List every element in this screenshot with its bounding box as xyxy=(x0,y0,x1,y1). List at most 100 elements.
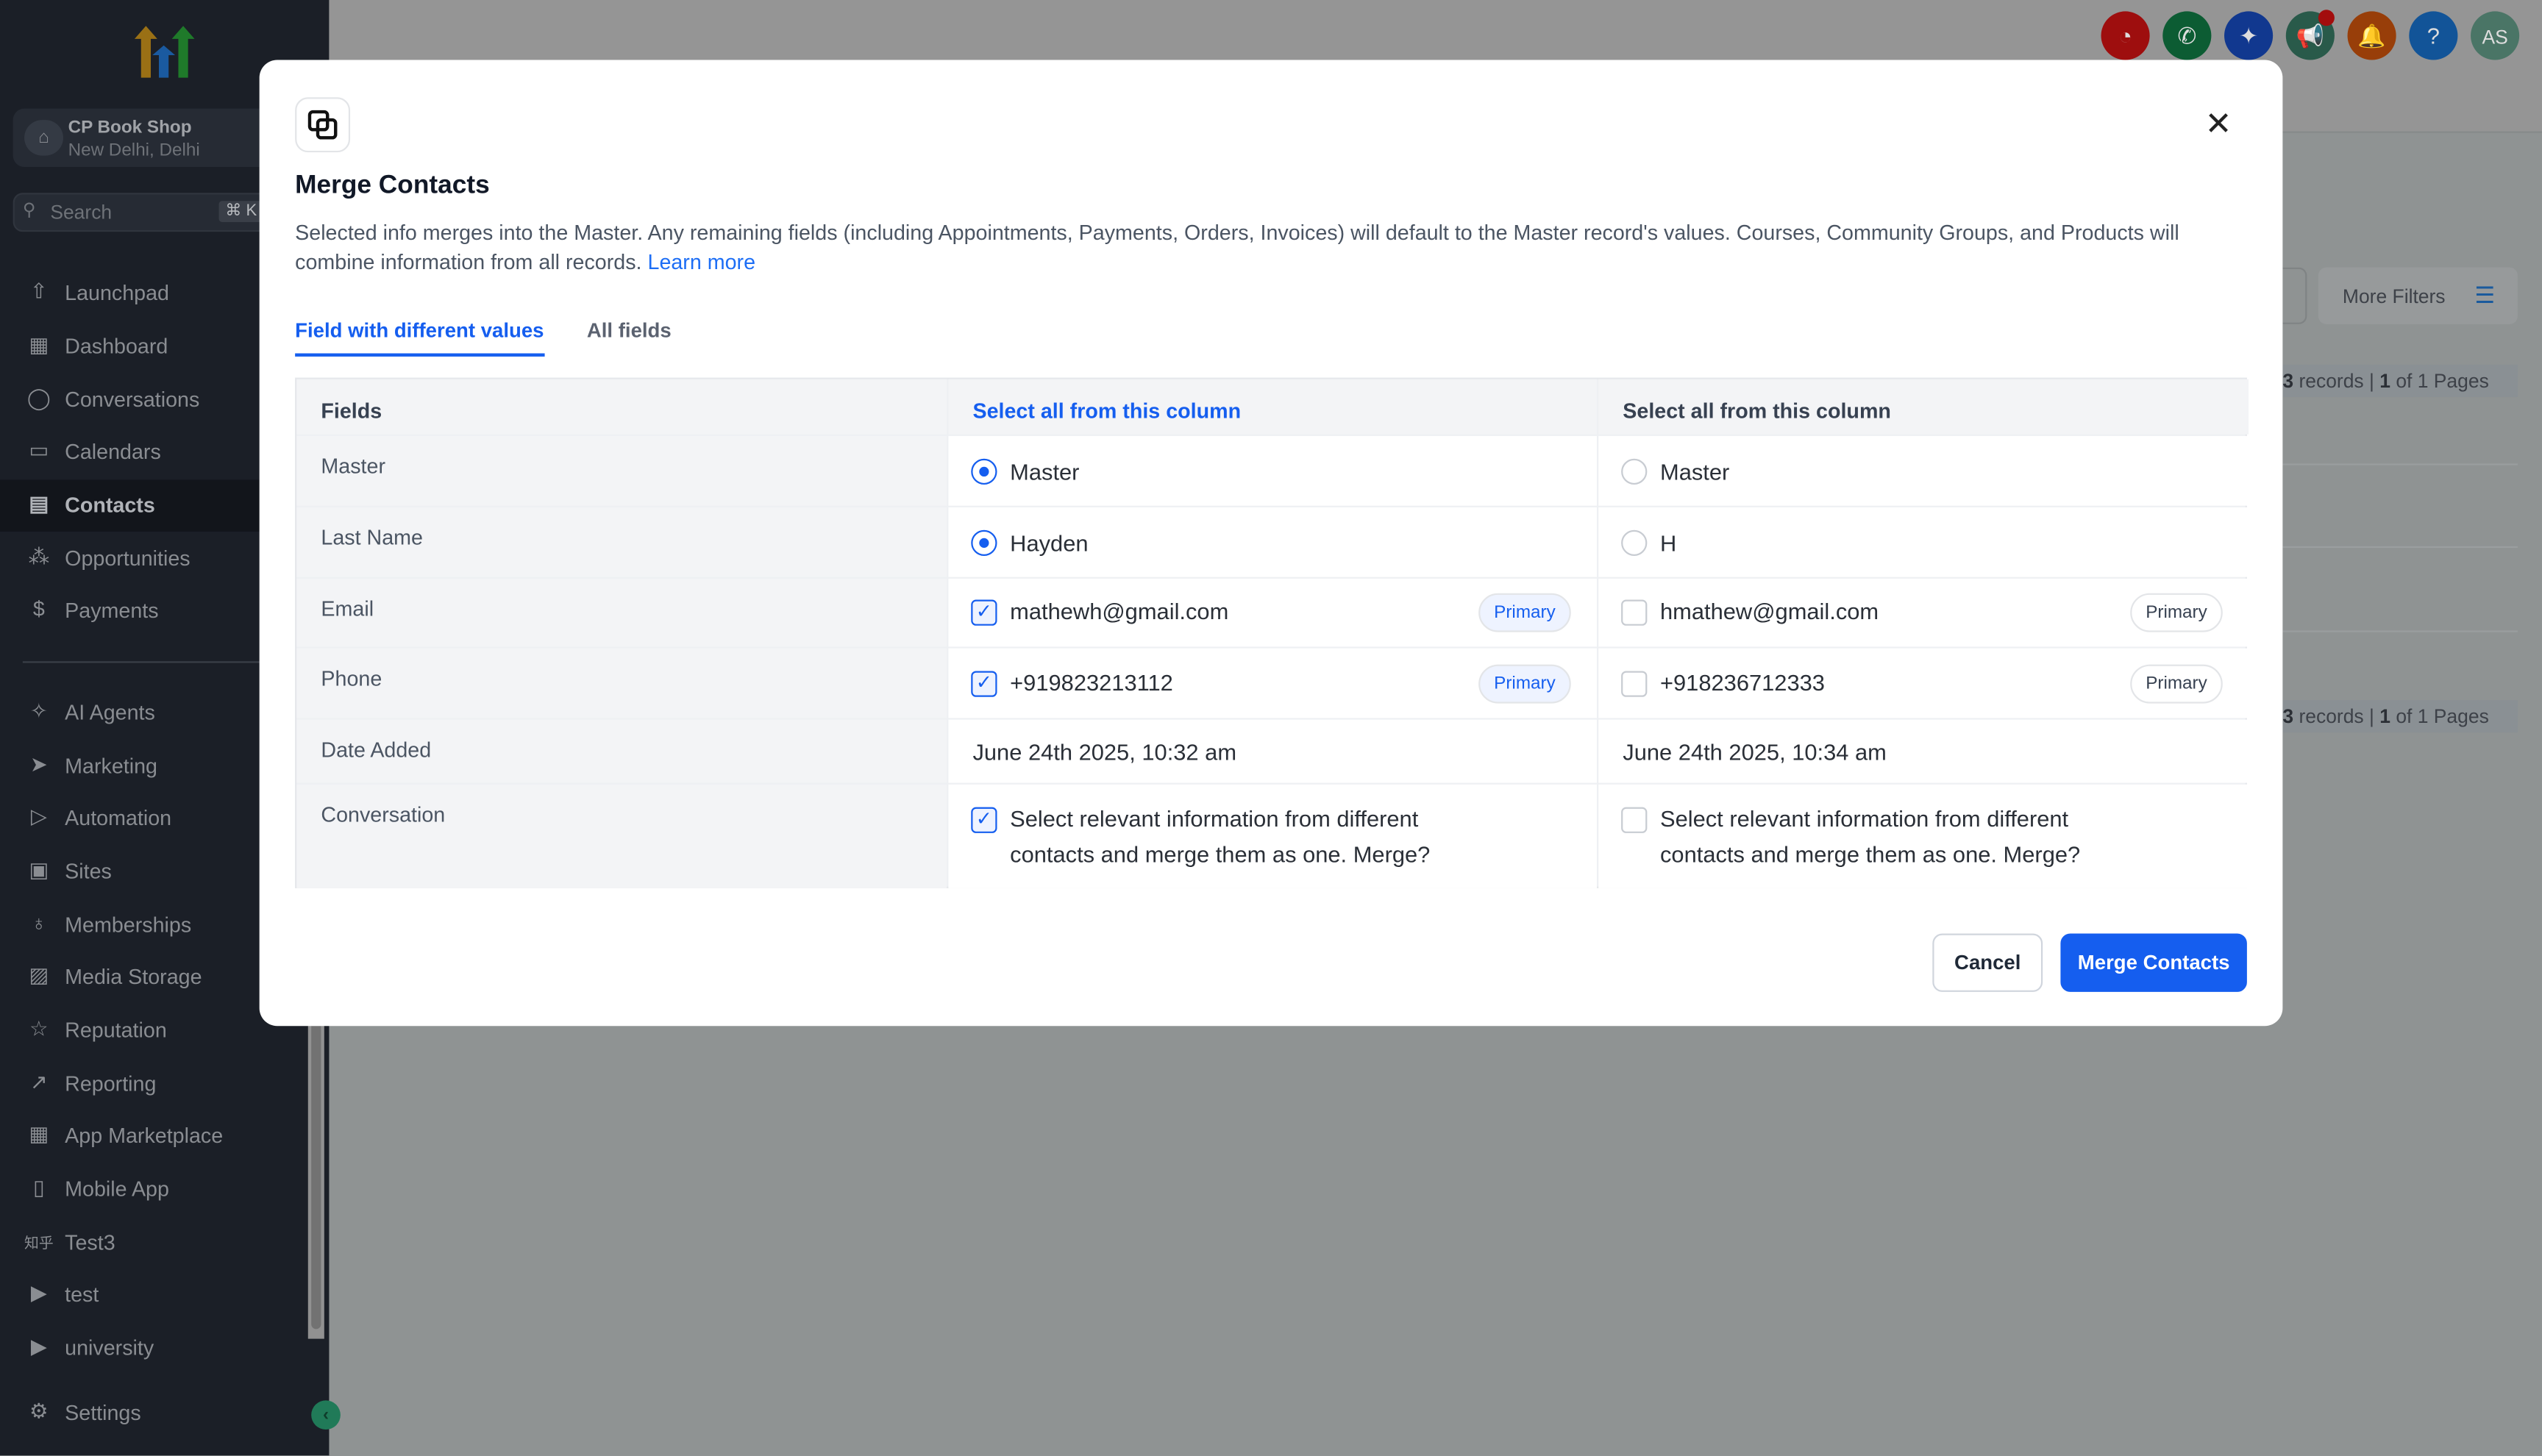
field-value: +918236712333 xyxy=(1659,669,1825,696)
zhihu-icon: 知乎 xyxy=(24,1235,54,1252)
calendar-icon: ▭ xyxy=(29,438,49,463)
sidebar-item-reporting[interactable]: ↗ Reporting xyxy=(0,1058,260,1110)
sidebar-item-test[interactable]: ▶ test xyxy=(0,1269,260,1321)
membership-icon: ♁ xyxy=(31,910,47,935)
sidebar-item-label: Launchpad xyxy=(65,280,169,305)
sites-icon: ▣ xyxy=(29,857,49,882)
sidebar-item-media-storage[interactable]: ▨ Media Storage xyxy=(0,952,260,1004)
field-value: June 24th 2025, 10:32 am xyxy=(972,739,1237,766)
sidebar-item-dashboard[interactable]: ▦ Dashboard xyxy=(0,321,260,373)
sidebar-item-label: Media Storage xyxy=(65,964,202,989)
chat-bubble-icon: ◯ xyxy=(26,385,51,410)
checkbox[interactable]: ✓ xyxy=(971,599,997,626)
opportunities-icon: ⁂ xyxy=(28,544,50,569)
select-all-column-2[interactable]: Select all from this column xyxy=(1598,379,2249,435)
value-cell: June 24th 2025, 10:34 am xyxy=(1598,719,2249,783)
checkbox[interactable]: ✓ xyxy=(971,671,997,697)
bell-icon[interactable]: 🔔 xyxy=(2347,11,2396,60)
merge-table: Fields Select all from this column Selec… xyxy=(295,377,2249,888)
fields-header: Fields xyxy=(296,379,947,435)
grid-icon: ▦ xyxy=(29,1121,49,1146)
sidebar-item-label: Conversations xyxy=(65,387,200,412)
sparkle-icon[interactable]: ✦ xyxy=(2224,11,2274,60)
field-label: Last Name xyxy=(296,507,947,577)
sidebar-item-calendars[interactable]: ▭ Calendars xyxy=(0,427,260,479)
sidebar-item-marketing[interactable]: ➤ Marketing xyxy=(0,741,260,793)
field-label: Conversation xyxy=(296,784,947,888)
sidebar-item-contacts[interactable]: ▤ Contacts xyxy=(0,479,260,532)
sidebar-item-university[interactable]: ▶ university xyxy=(0,1323,260,1375)
sidebar-item-memberships[interactable]: ♁ Memberships xyxy=(0,899,260,952)
field-label: Master xyxy=(296,435,947,506)
sidebar-item-label: Sites xyxy=(65,859,112,884)
search-input[interactable]: ⚲ Search ⌘ K xyxy=(13,193,273,232)
avatar[interactable]: AS xyxy=(2471,11,2520,60)
sidebar-item-app-marketplace[interactable]: ▦ App Marketplace xyxy=(0,1110,260,1163)
field-value: Hayden xyxy=(1010,529,1089,557)
sidebar-scroll-thumb[interactable] xyxy=(311,1021,321,1330)
learn-more-link[interactable]: Learn more xyxy=(648,249,756,274)
sidebar-item-label: Test3 xyxy=(65,1230,115,1255)
phone-icon[interactable]: ✆ xyxy=(2162,11,2212,60)
search-contacts-input[interactable] xyxy=(2282,267,2307,324)
tab-all-fields[interactable]: All fields xyxy=(587,319,672,353)
sidebar-item-mobile-app[interactable]: ▯ Mobile App xyxy=(0,1164,260,1216)
sidebar-item-conversations[interactable]: ◯ Conversations xyxy=(0,374,260,427)
field-value: Select relevant information from differe… xyxy=(1659,805,2081,868)
modal-title: Merge Contacts xyxy=(295,171,490,200)
checkbox[interactable] xyxy=(1621,599,1648,626)
field-value: hmathew@gmail.com xyxy=(1659,598,1879,624)
radio-button[interactable] xyxy=(971,458,997,485)
checkbox[interactable] xyxy=(1621,807,1648,833)
sidebar-item-sites[interactable]: ▣ Sites xyxy=(0,846,260,899)
row-divider xyxy=(2282,463,2518,465)
sidebar-item-label: Payments xyxy=(65,598,159,623)
sidebar-item-label: Settings xyxy=(65,1400,141,1425)
more-filters-button[interactable]: More Filters ☰ xyxy=(2318,267,2518,324)
value-cell: ✓ Select relevant information from differ… xyxy=(948,784,1598,888)
value-cell: ✓ mathewh@gmail.com Primary xyxy=(948,578,1598,647)
launchpad-icon: ⇧ xyxy=(29,279,48,304)
sidebar-item-opportunities[interactable]: ⁂ Opportunities xyxy=(0,533,260,585)
field-label: Phone xyxy=(296,648,947,718)
sidebar-item-ai-agents[interactable]: ✧ AI Agents xyxy=(0,688,260,740)
collapse-sidebar-button[interactable]: ‹ xyxy=(311,1400,341,1430)
merge-contacts-button[interactable]: Merge Contacts xyxy=(2060,933,2247,992)
sidebar-item-test3[interactable]: 知乎 Test3 xyxy=(0,1217,260,1269)
filter-sliders-icon: ☰ xyxy=(2474,282,2496,308)
more-filters-label: More Filters xyxy=(2342,285,2446,308)
primary-badge: Primary xyxy=(2130,593,2223,632)
image-icon: ▨ xyxy=(29,963,49,988)
sidebar-item-automation[interactable]: ▷ Automation xyxy=(0,793,260,845)
select-all-column-1[interactable]: Select all from this column xyxy=(948,379,1598,435)
help-icon[interactable]: ? xyxy=(2409,11,2458,60)
sidebar-item-label: Contacts xyxy=(65,493,155,518)
sidebar-item-label: Reporting xyxy=(65,1071,157,1096)
pagination-summary: 3 records | 1 of 1 Pages xyxy=(2282,700,2518,733)
checkbox[interactable] xyxy=(1621,671,1648,697)
sidebar-item-payments[interactable]: $ Payments xyxy=(0,585,260,638)
sidebar-item-launchpad[interactable]: ⇧ Launchpad xyxy=(0,268,260,320)
radio-button[interactable] xyxy=(1621,529,1648,557)
tab-different-values[interactable]: Field with different values xyxy=(295,319,544,357)
sidebar-divider xyxy=(22,661,260,663)
location-name: CP Book Shop xyxy=(68,118,192,138)
payments-icon: $ xyxy=(32,596,45,621)
sidebar-item-reputation[interactable]: ☆ Reputation xyxy=(0,1005,260,1057)
sidebar-item-label: Calendars xyxy=(65,439,161,464)
value-cell: Master xyxy=(948,435,1598,506)
sidebar-item-settings[interactable]: ⚙ Settings xyxy=(0,1388,260,1440)
trend-icon: ↗ xyxy=(29,1069,48,1094)
send-icon: ➤ xyxy=(29,752,48,777)
close-icon[interactable]: ✕ xyxy=(2205,104,2232,144)
radio-button[interactable] xyxy=(1621,458,1648,485)
sidebar-item-label: Automation xyxy=(65,805,172,830)
speedometer-icon[interactable]: ◔ xyxy=(2101,11,2150,60)
ai-sparkle-icon: ✧ xyxy=(29,698,48,724)
checkbox[interactable]: ✓ xyxy=(971,807,997,833)
radio-button[interactable] xyxy=(971,529,997,557)
sidebar-item-label: Memberships xyxy=(65,912,192,937)
location-switcher[interactable]: ⌂ CP Book Shop New Delhi, Delhi xyxy=(13,108,273,168)
phone-device-icon: ▯ xyxy=(33,1174,45,1200)
cancel-button[interactable]: Cancel xyxy=(1932,933,2043,992)
